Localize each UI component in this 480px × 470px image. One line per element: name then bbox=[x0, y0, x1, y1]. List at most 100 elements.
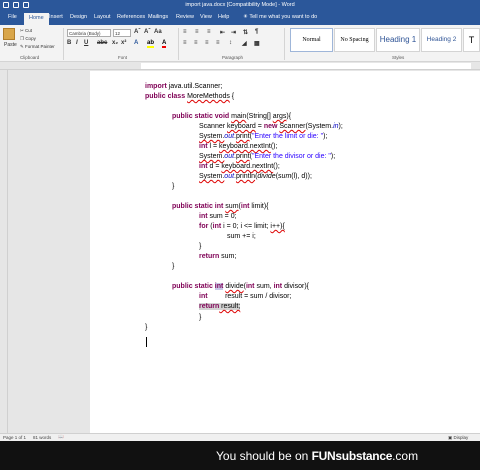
align-right-icon[interactable]: ≡ bbox=[205, 40, 209, 46]
tab-home[interactable]: Home bbox=[24, 13, 49, 25]
style-heading-2[interactable]: Heading 2 bbox=[421, 28, 462, 52]
keyword: int bbox=[199, 213, 208, 220]
code-text: = bbox=[255, 123, 264, 130]
code-line-7: System.out.print("Enter the divisor or d… bbox=[199, 153, 335, 160]
code-text: ); bbox=[338, 123, 343, 130]
tab-references[interactable]: References bbox=[117, 14, 145, 20]
align-left-icon[interactable]: ≡ bbox=[183, 40, 187, 46]
format-painter-label: Format Painter bbox=[25, 44, 55, 49]
horizontal-ruler[interactable] bbox=[0, 62, 480, 70]
change-case-button[interactable]: Aa bbox=[154, 29, 162, 35]
tab-design[interactable]: Design bbox=[70, 14, 87, 20]
align-center-icon[interactable]: ≡ bbox=[194, 40, 198, 46]
justify-icon[interactable]: ≡ bbox=[216, 40, 220, 46]
tab-mailings[interactable]: Mailings bbox=[148, 14, 168, 20]
paste-button[interactable]: Paste bbox=[4, 42, 17, 48]
code-text: ); bbox=[330, 153, 336, 160]
misspelled-word: result; bbox=[219, 303, 241, 310]
code-line-15: } bbox=[199, 243, 202, 250]
multilevel-list-icon[interactable]: ≡ bbox=[207, 29, 211, 35]
vertical-ruler[interactable] bbox=[0, 70, 8, 433]
keyword: int bbox=[199, 163, 208, 170]
strikethrough-button[interactable]: abc bbox=[97, 40, 107, 46]
copy-button[interactable]: ❐ Copy bbox=[20, 36, 36, 42]
string-literal: "Enter the divisor or die: " bbox=[251, 153, 331, 160]
code-line-3: public static void main(String[] args){ bbox=[172, 113, 291, 120]
underline-button[interactable]: U bbox=[84, 40, 88, 46]
show-marks-icon[interactable]: ¶ bbox=[255, 29, 258, 35]
keyword: return bbox=[199, 253, 220, 260]
keyword: int bbox=[273, 283, 283, 290]
line-spacing-icon[interactable]: ↕ bbox=[229, 40, 232, 46]
tell-me-search[interactable]: ☀ Tell me what you want to do bbox=[243, 14, 317, 20]
watermark-banner: You should be on FUNsubstance.com bbox=[0, 441, 480, 470]
text-effects-button[interactable]: A bbox=[134, 40, 138, 46]
increase-indent-icon[interactable]: ⇥ bbox=[231, 29, 236, 36]
keyword: for bbox=[199, 223, 209, 230]
misspelled-word: print bbox=[235, 153, 250, 160]
cut-button[interactable]: ✂ Cut bbox=[20, 28, 32, 34]
shrink-font-button[interactable]: Aˇ bbox=[144, 29, 150, 35]
code-text: Scanner bbox=[199, 123, 228, 130]
tab-review[interactable]: Review bbox=[176, 14, 194, 20]
document-page[interactable]: import java.util.Scanner; public class M… bbox=[90, 71, 480, 433]
code-line-21: } bbox=[199, 314, 202, 321]
paste-icon[interactable] bbox=[3, 28, 15, 40]
tab-help[interactable]: Help bbox=[218, 14, 229, 20]
superscript-button[interactable]: x² bbox=[121, 40, 126, 46]
keyword: int bbox=[245, 283, 255, 290]
bold-button[interactable]: B bbox=[67, 40, 71, 46]
ruler-text-area bbox=[141, 63, 471, 69]
borders-icon[interactable]: ▦ bbox=[254, 40, 260, 47]
copy-icon: ❐ bbox=[20, 36, 25, 41]
tab-insert[interactable]: Insert bbox=[49, 14, 63, 20]
static-field: out bbox=[224, 133, 235, 140]
style-heading-1[interactable]: Heading 1 bbox=[376, 28, 420, 52]
keyword: public static int bbox=[172, 203, 224, 210]
tell-me-text: Tell me what you want to do bbox=[249, 14, 318, 20]
italic-button[interactable]: I bbox=[76, 40, 78, 46]
style-no-spacing[interactable]: No Spacing bbox=[334, 28, 375, 52]
misspelled-word: keyboard.nextInt bbox=[221, 163, 274, 170]
code-line-18: public static int divide(int sum, int di… bbox=[172, 283, 309, 290]
font-size-dropdown[interactable]: 12 bbox=[113, 29, 131, 37]
tab-file[interactable]: File bbox=[8, 14, 17, 20]
style-normal[interactable]: Normal bbox=[290, 28, 333, 52]
code-text: (); bbox=[273, 163, 280, 170]
cut-label: Cut bbox=[25, 28, 33, 33]
word-count[interactable]: 81 words bbox=[33, 435, 51, 440]
subscript-button[interactable]: x₂ bbox=[112, 40, 118, 46]
styles-group-label: Styles bbox=[392, 55, 405, 60]
misspelled-word: main bbox=[231, 113, 247, 120]
highlight-button[interactable]: ab bbox=[147, 40, 155, 48]
decrease-indent-icon[interactable]: ⇤ bbox=[220, 29, 225, 36]
tab-layout[interactable]: Layout bbox=[94, 14, 111, 20]
numbering-icon[interactable]: ≡ bbox=[195, 29, 199, 35]
code-line-9: System.out.println(divide(sum(l), d)); bbox=[199, 173, 312, 180]
font-name-dropdown[interactable]: Cambria (Body) bbox=[67, 29, 111, 37]
grow-font-button[interactable]: Aˆ bbox=[134, 29, 140, 35]
styles-more-button[interactable]: T bbox=[463, 28, 480, 52]
page-count[interactable]: Page 1 of 1 bbox=[3, 435, 26, 440]
ribbon-tabs: File Home Insert Design Layout Reference… bbox=[0, 11, 480, 25]
misspelled-word: i++){ bbox=[270, 223, 285, 230]
scissors-icon: ✂ bbox=[20, 28, 24, 33]
code-text: limit){ bbox=[249, 203, 269, 210]
misspelled-word: System. bbox=[199, 133, 225, 140]
tab-view[interactable]: View bbox=[200, 14, 212, 20]
code-line-4: Scanner keyboard = new Scanner(System.in… bbox=[199, 123, 343, 130]
sort-icon[interactable]: ⇅ bbox=[243, 29, 248, 36]
misspelled-word: divide bbox=[225, 283, 244, 290]
code-text: result = sum / divisor; bbox=[207, 293, 292, 300]
misspelled-word: println bbox=[235, 173, 256, 180]
format-painter-button[interactable]: ✎ Format Painter bbox=[20, 44, 55, 50]
font-group-label: Font bbox=[118, 55, 128, 60]
font-color-button[interactable]: A bbox=[162, 40, 167, 48]
code-line-6: int l = keyboard.nextInt(); bbox=[199, 143, 277, 150]
keyword: int bbox=[199, 293, 208, 300]
proofing-icon[interactable]: 📖 bbox=[58, 434, 64, 440]
bullets-icon[interactable]: ≡ bbox=[183, 29, 187, 35]
keyword: new bbox=[263, 123, 278, 130]
method-call: sum bbox=[278, 173, 292, 180]
shading-icon[interactable]: ◢ bbox=[242, 40, 247, 47]
